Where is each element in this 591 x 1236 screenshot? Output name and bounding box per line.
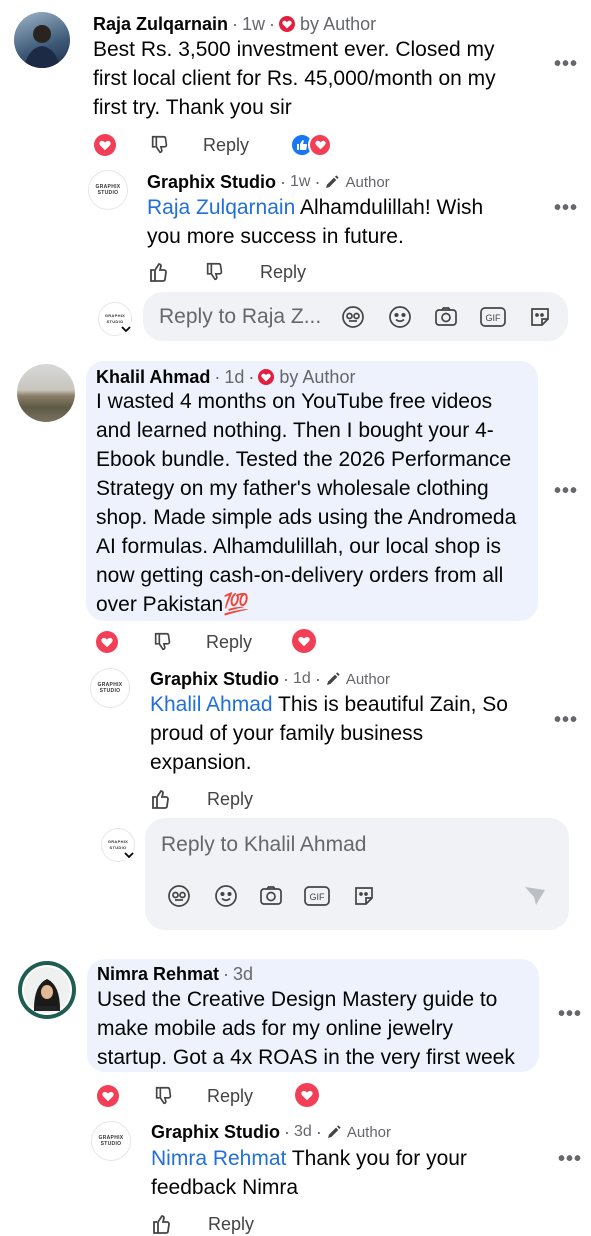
comment-text: Used the Creative Design Mastery guide t… xyxy=(97,988,515,1069)
commenter-name[interactable]: Nimra Rehmat xyxy=(97,964,219,985)
dislike-icon[interactable] xyxy=(152,631,174,653)
dislike-icon[interactable] xyxy=(149,134,171,156)
commenter-name[interactable]: Raja Zulqarnain xyxy=(93,14,228,35)
avatar-khalil[interactable] xyxy=(17,364,75,422)
author-badge: Author xyxy=(326,1124,391,1141)
avatar-graphix-studio[interactable]: GRAPHIX STUDIO xyxy=(91,1121,131,1161)
replier-name[interactable]: Graphix Studio xyxy=(147,172,276,193)
chevron-down-icon[interactable] xyxy=(122,848,136,862)
like-icon[interactable] xyxy=(150,1212,174,1236)
dislike-icon[interactable] xyxy=(204,261,226,283)
reply-button[interactable]: Reply xyxy=(203,135,249,156)
reply-actions: Reply xyxy=(149,787,253,811)
more-options-icon[interactable]: ••• xyxy=(554,709,578,732)
reply-input-placeholder[interactable]: Reply to Khalil Ahmad xyxy=(161,833,366,857)
reply-meta: Graphix Studio · 1d · Author xyxy=(150,668,391,690)
reply-input-box[interactable]: Reply to Raja Z... GIF xyxy=(143,292,568,341)
reply-button[interactable]: Reply xyxy=(260,262,306,283)
comment-actions: Reply xyxy=(97,1085,253,1107)
reply-meta: Graphix Studio · 1w · Author xyxy=(147,171,390,193)
timestamp[interactable]: 1d xyxy=(293,670,311,688)
avatar-sticker-icon[interactable] xyxy=(167,884,191,913)
send-icon[interactable] xyxy=(523,884,547,913)
comment-actions: Reply xyxy=(96,631,252,653)
emoji-icon[interactable] xyxy=(388,305,412,334)
avatar-graphix-studio[interactable]: GRAPHIX STUDIO xyxy=(88,170,128,210)
love-reaction-icon xyxy=(308,133,332,157)
author-heart-icon xyxy=(279,16,296,32)
love-reaction-icon[interactable] xyxy=(295,1083,319,1107)
pencil-icon xyxy=(326,672,340,685)
reply-meta: Graphix Studio · 3d · Author xyxy=(151,1121,392,1143)
commenter-name[interactable]: Khalil Ahmad xyxy=(96,367,210,388)
comment-meta: Nimra Rehmat · 3d xyxy=(97,963,254,985)
timestamp[interactable]: 3d xyxy=(294,1123,312,1141)
comment-meta: Khalil Ahmad · 1d · by Author xyxy=(96,366,356,388)
timestamp[interactable]: 1w xyxy=(242,14,265,35)
love-reaction-button[interactable] xyxy=(96,631,118,653)
author-badge: Author xyxy=(325,671,390,688)
emoji-icon[interactable] xyxy=(214,884,238,913)
reply-input-placeholder[interactable]: Reply to Raja Z... xyxy=(159,305,321,329)
reply-button[interactable]: Reply xyxy=(207,1086,253,1107)
reply-button[interactable]: Reply xyxy=(207,789,253,810)
comment-actions: Reply xyxy=(94,134,249,156)
reply-button[interactable]: Reply xyxy=(208,1214,254,1235)
reaction-summary[interactable] xyxy=(290,132,338,158)
more-options-icon[interactable]: ••• xyxy=(558,1003,582,1026)
more-options-icon[interactable]: ••• xyxy=(554,53,578,76)
avatar-nimra[interactable] xyxy=(18,961,76,1019)
love-reaction-icon[interactable] xyxy=(292,629,316,653)
hijab-avatar-icon xyxy=(22,965,72,1015)
reply-text: Nimra Rehmat Thank you for your feedback… xyxy=(151,1147,467,1199)
svg-text:GIF: GIF xyxy=(486,313,502,323)
by-author-badge: by Author xyxy=(279,14,376,35)
more-options-icon[interactable]: ••• xyxy=(554,197,578,220)
mention-link[interactable]: Raja Zulqarnain xyxy=(147,196,295,219)
dislike-icon[interactable] xyxy=(153,1085,175,1107)
camera-icon[interactable] xyxy=(434,305,458,334)
author-heart-icon xyxy=(258,369,275,385)
more-options-icon[interactable]: ••• xyxy=(558,1148,582,1171)
pencil-icon xyxy=(327,1125,341,1138)
camera-icon[interactable] xyxy=(259,884,283,913)
reply-text: Khalil Ahmad This is beautiful Zain, So … xyxy=(150,693,508,774)
timestamp[interactable]: 1d xyxy=(224,367,244,388)
person-photo-icon xyxy=(24,25,60,68)
by-author-badge: by Author xyxy=(258,367,355,388)
comment-text: I wasted 4 months on YouTube free videos… xyxy=(96,390,517,616)
comment-text: Best Rs. 3,500 investment ever. Closed m… xyxy=(93,38,496,119)
like-icon[interactable] xyxy=(147,260,171,284)
chevron-down-icon[interactable] xyxy=(119,322,133,336)
mention-link[interactable]: Nimra Rehmat xyxy=(151,1147,286,1170)
svg-text:GIF: GIF xyxy=(310,892,326,902)
reply-actions: Reply xyxy=(147,260,306,284)
more-options-icon[interactable]: ••• xyxy=(554,480,578,503)
timestamp[interactable]: 3d xyxy=(233,964,253,985)
gif-icon[interactable]: GIF xyxy=(480,305,506,334)
replier-name[interactable]: Graphix Studio xyxy=(150,669,279,690)
timestamp[interactable]: 1w xyxy=(290,173,310,191)
pencil-icon xyxy=(326,175,340,188)
reply-text: Raja Zulqarnain Alhamdulillah! Wish you … xyxy=(147,196,484,248)
reply-input-box[interactable]: Reply to Khalil Ahmad GIF xyxy=(145,818,569,930)
author-badge: Author xyxy=(324,174,390,191)
mention-link[interactable]: Khalil Ahmad xyxy=(150,693,273,716)
sticker-icon[interactable] xyxy=(528,305,552,334)
avatar-sticker-icon[interactable] xyxy=(341,305,365,334)
avatar-graphix-studio[interactable]: GRAPHIX STUDIO xyxy=(90,668,130,708)
love-reaction-button[interactable] xyxy=(94,134,116,156)
avatar-raja[interactable] xyxy=(14,12,70,68)
like-icon[interactable] xyxy=(149,787,173,811)
replier-name[interactable]: Graphix Studio xyxy=(151,1122,280,1143)
reply-actions: Reply xyxy=(150,1212,254,1236)
reply-button[interactable]: Reply xyxy=(206,632,252,653)
gif-icon[interactable]: GIF xyxy=(304,884,330,913)
love-reaction-button[interactable] xyxy=(97,1085,119,1107)
sticker-icon[interactable] xyxy=(352,884,376,913)
comment-meta: Raja Zulqarnain · 1w · by Author xyxy=(93,13,377,35)
